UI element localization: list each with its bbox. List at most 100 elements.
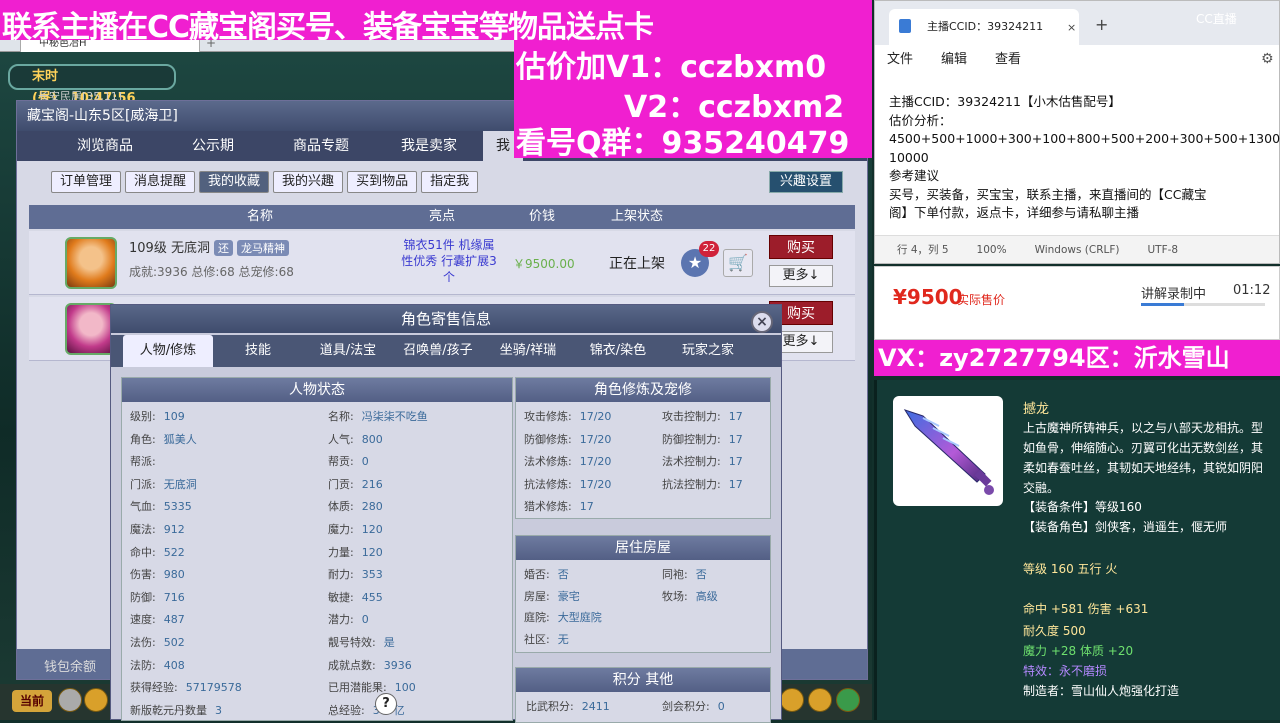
cursor-position: 行 4，列 5 [897,244,949,256]
recording-progress [1141,303,1265,306]
attribute-row: 帮派: [130,455,156,469]
attribute-row: 法伤: 502 [130,636,185,649]
status-panel: 人物状态 级别: 109 角色: 狐美人 帮派: 门派: 无底洞 气血: 5335 魔法: 912 命… [121,377,513,721]
row-status: 正在上架 [609,256,665,272]
item-stats: 命中 +581 伤害 +631 [1023,602,1149,616]
tab-mounts[interactable]: 坐骑/祥瑞 [483,335,573,367]
vx-banner: VX：zy2727794区：沂水雪山 [874,340,1280,376]
tab-skills[interactable]: 技能 [213,335,303,367]
help-icon[interactable]: ? [375,693,397,715]
score-panel: 积分 其他 比武积分: 2411 剑会积分: 0 [515,667,771,723]
item-roles: 【装备角色】剑侠客，逍遥生，偃无师 [1023,520,1228,534]
attribute-row: 同袍: 否 [662,568,707,581]
attribute-row: 猎术修炼: 17 [524,500,594,513]
notepad-icon [899,19,911,33]
encoding: UTF-8 [1147,244,1179,256]
promo-line: 估价加V1：cczbxm0 [516,50,827,85]
attribute-row: 房屋: 豪宅 [524,589,580,603]
score-sword: 剑会积分: 0 [662,700,725,713]
current-channel-button[interactable]: 当前 [12,690,52,712]
tab-public[interactable]: 公示期 [159,131,267,161]
notepad-text-area[interactable]: 主播CCID：39324211【小木估售配号】 估价分析： 4500+500+1… [875,75,1280,235]
cc-logo: CC直播 [1070,56,1161,86]
close-icon[interactable]: × [1067,21,1076,34]
buy-button[interactable]: 购买 [769,235,833,259]
attribute-row: 社区: 无 [524,632,569,646]
subtab-interests[interactable]: 我的兴趣 [273,171,344,193]
house-title: 居住房屋 [516,536,770,560]
system-icon[interactable] [836,688,860,712]
refine-panel: 角色修炼及宠修 攻击修炼: 17/20 防御修炼: 17/20 法术修炼: 17/20 抗法… [515,377,771,519]
attribute-row: 名称: 冯柒柒不吃鱼 [328,410,428,423]
mic-icon[interactable] [58,688,82,712]
dialog-title: 角色寄售信息 [111,305,781,333]
item-level: 等级 160 五行 火 [1023,562,1118,576]
attribute-row: 伤害: 980 [130,568,185,582]
price-card: ¥9500 实际售价 讲解录制中 01:12 [874,266,1280,340]
new-tab-icon[interactable]: + [1095,15,1108,34]
attribute-row: 魔法: 912 [130,523,185,536]
subtab-purchased[interactable]: 买到物品 [347,171,418,193]
row-highlight[interactable]: 锦衣51件 机缘属性优秀 行囊扩展3个 [401,237,497,285]
attribute-row: 魔力: 120 [328,523,383,536]
attribute-row: 防御: 716 [130,590,185,604]
attribute-row: 门贡: 216 [328,477,383,491]
tab-seller[interactable]: 我是卖家 [375,131,483,161]
tab-items[interactable]: 道具/法宝 [303,335,393,367]
house-panel: 居住房屋 婚否: 否房屋: 豪宅 庭院: 大型庭院 社区: 无 同袍: 否牧场: 高级 [515,535,771,653]
cc-logo-small: CC直播 [1196,12,1237,26]
dialog-tabs: 人物/修炼 技能 道具/法宝 召唤兽/孩子 坐骑/祥瑞 锦衣/染色 玩家之家 [123,335,769,367]
text-line: 参考建议 [889,168,940,183]
zoom-level: 100% [976,244,1007,256]
header-price: 价钱 [529,209,556,224]
recording-progress-fill [1141,303,1185,306]
tab-topics[interactable]: 商品专题 [267,131,375,161]
subtab-designated[interactable]: 指定我 [421,171,479,193]
row-stats: 成就:3936 总修:68 总宠修:68 [129,265,294,279]
attribute-row: 牧场: 高级 [662,589,718,603]
menu-view[interactable]: 查看 [995,52,1021,67]
attribute-row: 帮贡: 0 [328,455,369,469]
emoji-icon[interactable] [780,688,804,712]
sword-icon [893,396,1003,506]
menu-icon[interactable] [808,688,832,712]
emoji-icon[interactable] [84,688,108,712]
text-line: 主播CCID：39324211【小木估售配号】 [889,94,1121,109]
score-title: 积分 其他 [516,668,770,692]
tab-pets[interactable]: 召唤兽/孩子 [393,335,483,367]
avatar [65,237,117,289]
tab-character[interactable]: 人物/修炼 [123,335,213,367]
subtab-messages[interactable]: 消息提醒 [125,171,196,193]
interest-settings-button[interactable]: 兴趣设置 [769,171,844,193]
notepad-tab[interactable]: 主播CCID：39324211 [889,9,1079,45]
badge: 龙马精神 [236,240,289,256]
text-line: 4500+500+1000+300+100+800+500+200+300+50… [889,131,1280,146]
item-effect: 特效：永不磨损 [1023,664,1108,678]
menu-edit[interactable]: 编辑 [941,52,967,67]
table-header: 名称 亮点 价钱 上架状态 [29,205,855,229]
promo-line: 看号Q群：935240479 [516,126,850,161]
tab-outfits[interactable]: 锦衣/染色 [573,335,663,367]
header-status: 上架状态 [611,209,664,224]
table-row[interactable]: 109级 无底洞还龙马精神 成就:3936 总修:68 总宠修:68 锦衣51件… [29,231,855,295]
item-name: 撼龙 [1023,402,1050,417]
attribute-row: 法术控制力: 17 [662,455,743,468]
attribute-row: 体质: 280 [328,500,383,514]
row-name: 109级 无底洞还龙马精神 [129,237,289,256]
wallet-balance: 钱包余额 [44,660,97,675]
more-button[interactable]: 更多↓ [769,265,833,287]
gear-icon[interactable]: ⚙ [1261,51,1274,67]
subtab-favorites[interactable]: 我的收藏 [199,171,270,193]
close-icon[interactable]: × [751,311,773,333]
attribute-row: 潜力: 0 [328,613,369,627]
status-title: 人物状态 [122,378,512,402]
menu-file[interactable]: 文件 [887,52,913,67]
tab-browse[interactable]: 浏览商品 [51,131,159,161]
attribute-row: 攻击修炼: 17/20 [524,410,612,423]
subtab-orders[interactable]: 订单管理 [51,171,122,193]
role-sale-dialog: 角色寄售信息 × 人物/修炼 技能 道具/法宝 召唤兽/孩子 坐骑/祥瑞 锦衣/染色 玩家之… [110,304,782,723]
attribute-row: 抗法修炼: 17/20 [524,477,612,491]
tab-home[interactable]: 玩家之家 [663,335,753,367]
item-condition: 【装备条件】等级160 [1023,500,1142,514]
cart-icon[interactable]: 🛒 [723,249,753,277]
